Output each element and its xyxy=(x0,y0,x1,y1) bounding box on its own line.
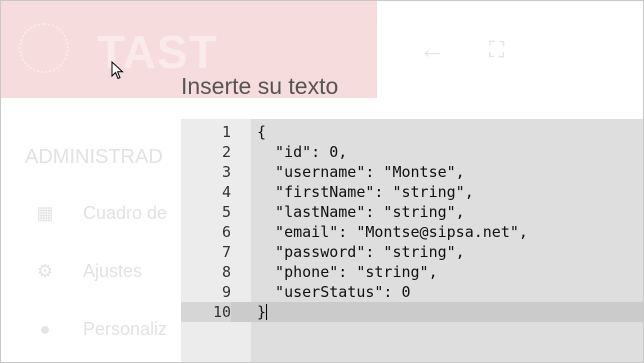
sidebar-item-label: Personaliz xyxy=(83,319,168,339)
code-text[interactable]: { xyxy=(257,122,266,142)
code-editor[interactable]: 1{2 "id": 0, 3 "username": "Montse", 4 "fi… xyxy=(181,119,643,362)
sidebar-section-title: ADMINISTRAD xyxy=(25,146,163,168)
editor-lines[interactable]: 1{2 "id": 0, 3 "username": "Montse", 4 "fi… xyxy=(181,122,643,322)
sidebar-item-label: Cuadro de xyxy=(83,203,168,223)
line-number: 7 xyxy=(221,243,231,261)
code-text[interactable]: "username": "Montse", xyxy=(257,162,465,182)
window-frame: TAST ← ⛶ ADMINISTRAD ▦ Cuadro de ⚙ Ajust… xyxy=(0,0,644,363)
code-text[interactable]: } xyxy=(257,302,268,322)
line-number: 3 xyxy=(221,163,231,181)
editor-line[interactable]: 9 "userStatus": 0 xyxy=(181,282,643,302)
editor-line[interactable]: 6 "email": "Montse@sipsa.net", xyxy=(181,222,643,242)
palette-icon: ● xyxy=(39,319,51,339)
dialog-title: Inserte su texto xyxy=(181,73,339,99)
dashboard-icon: ▦ xyxy=(36,203,54,223)
line-number: 6 xyxy=(221,223,231,241)
line-number: 8 xyxy=(221,263,231,281)
editor-line[interactable]: 1{ xyxy=(181,122,643,142)
editor-line[interactable]: 4 "firstName": "string", xyxy=(181,182,643,202)
editor-line[interactable]: 7 "password": "string", xyxy=(181,242,643,262)
sidebar-item-label: Ajustes xyxy=(83,261,143,281)
code-text[interactable]: "id": 0, xyxy=(257,142,347,162)
fullscreen-icon[interactable]: ⛶ xyxy=(489,37,504,63)
line-number: 2 xyxy=(221,143,231,161)
editor-line[interactable]: 3 "username": "Montse", xyxy=(181,162,643,182)
line-number: 5 xyxy=(221,203,231,221)
code-text[interactable]: "phone": "string", xyxy=(257,262,438,282)
editor-line[interactable]: 8 "phone": "string", xyxy=(181,262,643,282)
line-number: 4 xyxy=(221,183,231,201)
logo-icon xyxy=(19,23,69,73)
line-number: 1 xyxy=(221,123,231,141)
sidebar-item-dashboard[interactable]: ▦ Cuadro de xyxy=(35,203,167,224)
sidebar-item-settings[interactable]: ⚙ Ajustes xyxy=(35,261,142,282)
editor-line[interactable]: 5 "lastName": "string", xyxy=(181,202,643,222)
code-text[interactable]: "firstName": "string", xyxy=(257,182,474,202)
text-caret xyxy=(266,304,268,320)
code-text[interactable]: "userStatus": 0 xyxy=(257,282,410,302)
mouse-cursor-icon xyxy=(111,61,124,80)
code-text[interactable]: "password": "string", xyxy=(257,242,465,262)
code-text[interactable]: "lastName": "string", xyxy=(257,202,465,222)
editor-line[interactable]: 10} xyxy=(181,302,643,322)
sidebar-item-personalize[interactable]: ● Personaliz xyxy=(35,319,167,340)
gear-icon: ⚙ xyxy=(36,261,54,281)
line-number: 10 xyxy=(181,302,231,322)
editor-line[interactable]: 2 "id": 0, xyxy=(181,142,643,162)
back-arrow-icon[interactable]: ← xyxy=(419,34,445,65)
line-number: 9 xyxy=(221,283,231,301)
app-header-toolbar xyxy=(377,1,643,98)
code-text[interactable]: "email": "Montse@sipsa.net", xyxy=(257,222,528,242)
